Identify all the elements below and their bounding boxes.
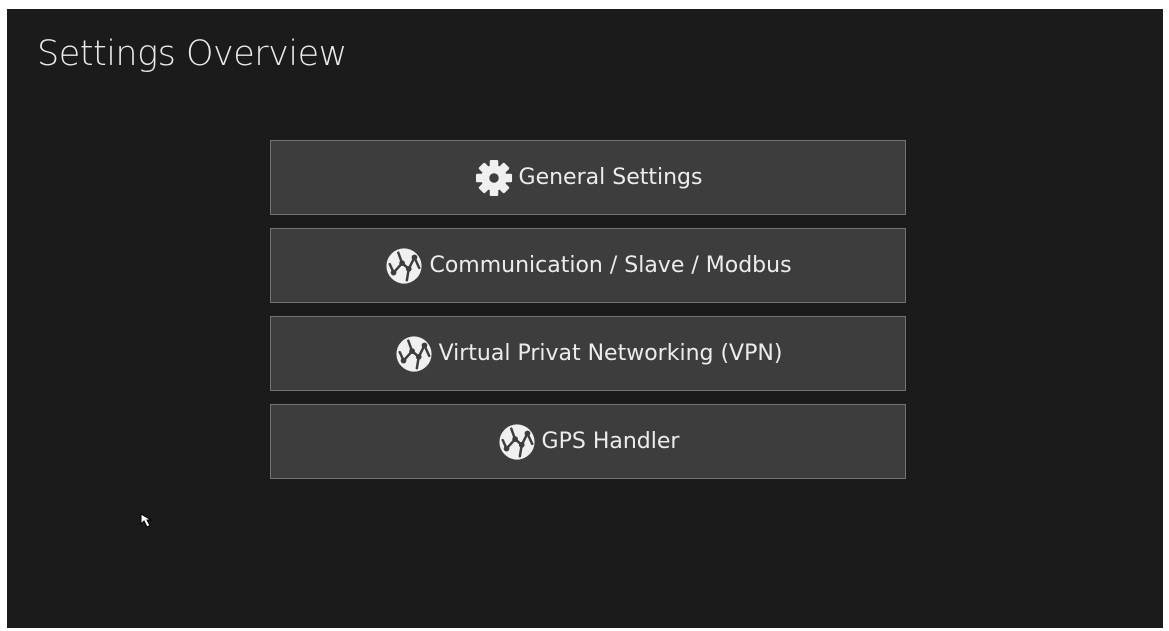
communication-slave-modbus-label: Communication / Slave / Modbus bbox=[429, 253, 792, 278]
settings-screen: Settings Overview General Settings Commu… bbox=[7, 9, 1163, 628]
network-globe-icon bbox=[384, 246, 424, 286]
network-globe-icon bbox=[394, 334, 434, 374]
vpn-button[interactable]: Virtual Privat Networking (VPN) bbox=[270, 316, 906, 391]
communication-slave-modbus-button[interactable]: Communication / Slave / Modbus bbox=[270, 228, 906, 303]
gps-handler-label: GPS Handler bbox=[541, 429, 680, 454]
general-settings-button[interactable]: General Settings bbox=[270, 140, 906, 215]
network-globe-icon bbox=[497, 422, 537, 462]
settings-menu: General Settings Communication / Slave /… bbox=[270, 140, 906, 492]
general-settings-label: General Settings bbox=[518, 165, 703, 190]
page-title: Settings Overview bbox=[37, 34, 347, 74]
mouse-pointer-icon bbox=[140, 513, 153, 528]
gps-handler-button[interactable]: GPS Handler bbox=[270, 404, 906, 479]
gear-icon bbox=[474, 158, 514, 198]
vpn-label: Virtual Privat Networking (VPN) bbox=[438, 341, 783, 366]
